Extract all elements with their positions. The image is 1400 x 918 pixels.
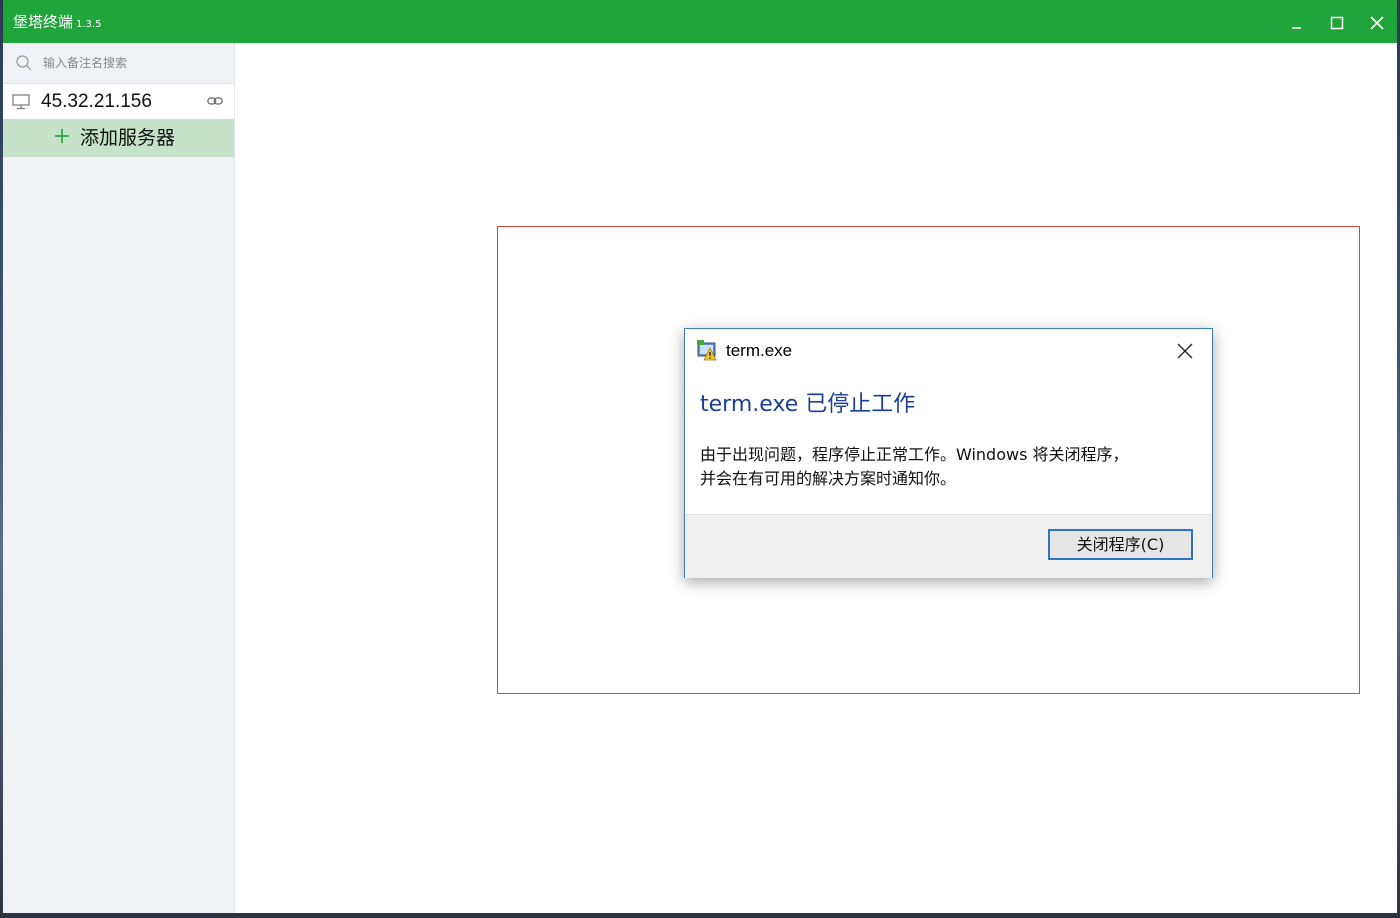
search-icon (16, 55, 32, 71)
search-input[interactable] (43, 53, 223, 73)
server-item[interactable]: 45.32.21.156 (3, 84, 234, 119)
maximize-icon (1330, 16, 1344, 30)
close-icon (1370, 16, 1384, 30)
close-program-button[interactable]: 关闭程序(C) (1048, 529, 1193, 560)
dialog-message: 由于出现问题，程序停止正常工作。Windows 将关闭程序， 并会在有可用的解决… (700, 443, 1200, 491)
add-server-button[interactable]: 添加服务器 (3, 119, 234, 157)
titlebar: 堡塔终端 1.3.5 (3, 0, 1397, 43)
dialog-heading: term.exe 已停止工作 (700, 392, 916, 417)
window-title: 堡塔终端 1.3.5 (13, 13, 101, 34)
dialog-message-line: 由于出现问题，程序停止正常工作。Windows 将关闭程序， (700, 445, 1129, 464)
dialog-title: term.exe (726, 341, 793, 360)
dialog-message-line: 并会在有可用的解决方案时通知你。 (700, 469, 957, 488)
dialog-footer: 关闭程序(C) (685, 514, 1212, 578)
program-icon (697, 340, 717, 361)
server-label: 45.32.21.156 (41, 91, 152, 112)
link-icon[interactable] (207, 96, 223, 106)
app-name: 堡塔终端 (13, 13, 74, 31)
error-dialog: term.exe term.exe 已停止工作 由于出现问题，程序停止正常工作。… (684, 328, 1213, 578)
search-bar (3, 43, 234, 84)
sidebar: 45.32.21.156 添加服务器 (3, 43, 235, 913)
plus-icon (55, 129, 69, 143)
add-server-label: 添加服务器 (80, 127, 176, 149)
monitor-icon (12, 94, 30, 110)
close-window-button[interactable] (1362, 7, 1392, 37)
app-version: 1.3.5 (76, 19, 102, 30)
minimize-button[interactable] (1282, 7, 1312, 37)
maximize-button[interactable] (1322, 7, 1352, 37)
minimize-icon (1292, 27, 1301, 29)
dialog-close-icon[interactable] (1175, 341, 1195, 361)
